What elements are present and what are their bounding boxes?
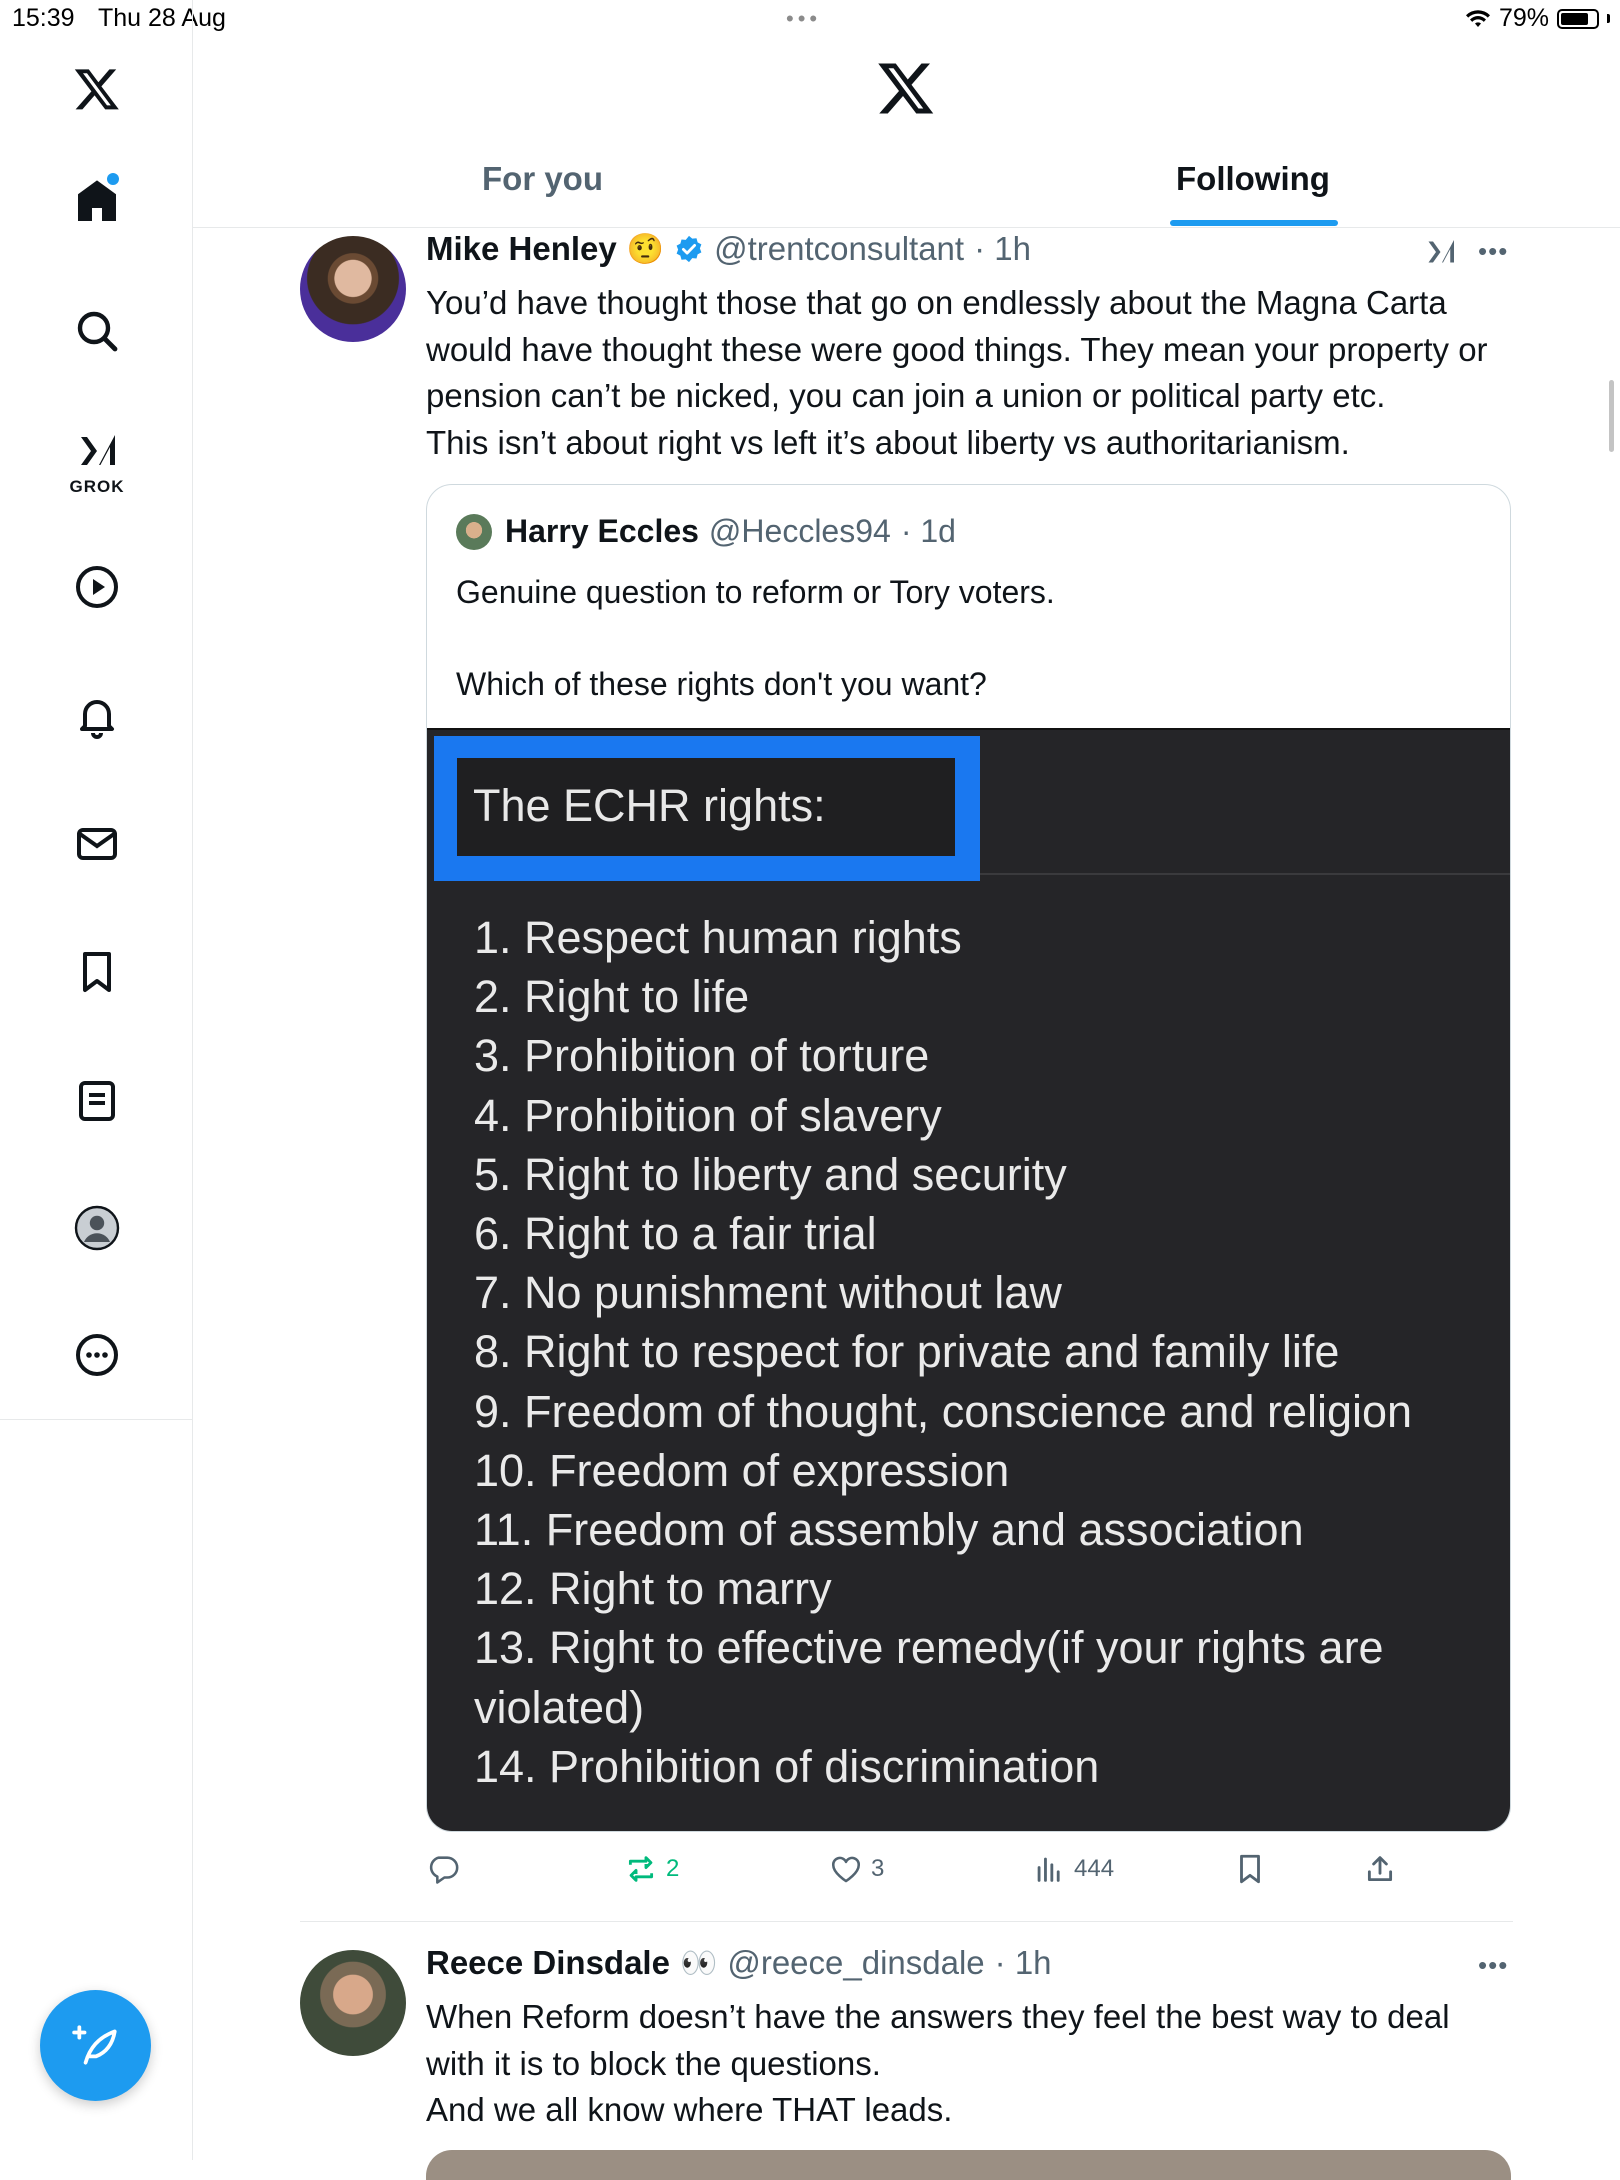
- share-icon: [1367, 1856, 1393, 1882]
- grok-label: GROK: [69, 477, 125, 496]
- views-icon: [1037, 1857, 1060, 1882]
- x-logo-header-icon: [876, 58, 936, 118]
- repost-icon: [628, 1856, 654, 1882]
- bell-icon[interactable]: [71, 690, 123, 742]
- verified-badge-icon: [676, 235, 702, 263]
- scrollbar[interactable]: [1609, 380, 1614, 452]
- more-icon[interactable]: [71, 1329, 123, 1381]
- reply-icon: [429, 1856, 459, 1884]
- tweet-media[interactable]: [426, 2150, 1511, 2180]
- rights-list-item: 10. Freedom of expression: [474, 1444, 1010, 1496]
- battery-tip: [1607, 14, 1610, 23]
- image-title-box: The ECHR rights:: [434, 736, 980, 881]
- tab-for-you[interactable]: For you: [482, 160, 603, 198]
- author-handle[interactable]: @trentconsultant: [714, 230, 964, 268]
- rights-list-item: 2. Right to life: [474, 971, 750, 1023]
- status-indicators: 79%: [1465, 4, 1610, 33]
- active-tab-indicator: [1170, 220, 1338, 226]
- home-notification-dot: [107, 173, 119, 185]
- image-title-box-inner: The ECHR rights:: [457, 758, 955, 856]
- tweet-time[interactable]: · 1h: [995, 1944, 1052, 1982]
- sidebar: GROK: [0, 0, 193, 2160]
- search-icon[interactable]: [71, 305, 123, 357]
- rights-list-item: 7. No punishment without law: [474, 1267, 1062, 1319]
- mail-icon[interactable]: [71, 818, 123, 870]
- avatar[interactable]: [300, 1950, 406, 2056]
- tweet-text: When Reform doesn’t have the answers the…: [426, 1998, 1450, 2128]
- repost-button[interactable]: 2: [624, 1852, 679, 1886]
- quoted-author-name[interactable]: Harry Eccles: [505, 513, 699, 550]
- rights-list: 1. Respect human rights 2. Right to life…: [474, 908, 1494, 1796]
- rights-list-item: 14. Prohibition of discrimination: [474, 1740, 1100, 1792]
- feather-plus-icon: [71, 2024, 117, 2065]
- quoted-avatar[interactable]: [456, 514, 492, 550]
- bookmark-icon: [1240, 1854, 1260, 1884]
- more-options-icon[interactable]: •••: [1478, 1950, 1508, 1981]
- rights-list-item: 4. Prohibition of slavery: [474, 1089, 942, 1141]
- quoted-time[interactable]: · 1d: [901, 513, 956, 550]
- rights-list-item: 1. Respect human rights: [474, 912, 962, 963]
- rights-list-item: 6. Right to a fair trial: [474, 1208, 877, 1260]
- quoted-author-handle[interactable]: @Heccles94: [709, 513, 891, 550]
- view-count: 444: [1074, 1855, 1115, 1882]
- multitasking-dots-icon[interactable]: •••: [786, 6, 821, 32]
- author-name[interactable]: Mike Henley: [426, 230, 617, 268]
- like-count: 3: [871, 1855, 885, 1882]
- rights-list-item: 12. Right to marry: [474, 1563, 832, 1615]
- sidebar-divider: [0, 1419, 192, 1420]
- rights-list-item: 3. Prohibition of torture: [474, 1030, 930, 1082]
- tab-following[interactable]: Following: [1176, 160, 1330, 198]
- rights-list-item: 5. Right to liberty and security: [474, 1148, 1067, 1200]
- grok-explain-icon[interactable]: [1424, 234, 1460, 270]
- tweet-divider: [300, 1921, 1513, 1922]
- more-options-icon[interactable]: •••: [1478, 236, 1508, 267]
- views-button[interactable]: 444: [1032, 1852, 1114, 1886]
- header-divider: [193, 227, 1620, 228]
- list-icon[interactable]: [71, 1075, 123, 1127]
- bookmark-icon[interactable]: [71, 946, 123, 998]
- author-name[interactable]: Reece Dinsdale: [426, 1944, 670, 1982]
- bookmark-button[interactable]: [1233, 1852, 1267, 1886]
- tweet-text: You’d have thought those that go on endl…: [426, 284, 1488, 461]
- tweet-actions: 2 3 444: [426, 1852, 1516, 1900]
- compose-button[interactable]: [40, 1990, 151, 2101]
- x-logo-icon[interactable]: [71, 63, 123, 115]
- rights-list-item: 13. Right to effective remedy(if your ri…: [474, 1622, 1384, 1733]
- author-emoji: 👀: [679, 1946, 718, 1980]
- quoted-header: Harry Eccles @Heccles94 · 1d: [505, 513, 956, 550]
- play-icon[interactable]: [71, 561, 123, 613]
- battery-icon: [1557, 8, 1599, 29]
- share-button[interactable]: [1363, 1852, 1397, 1886]
- quoted-image[interactable]: The ECHR rights: 1. Respect human rights…: [427, 728, 1510, 1831]
- rights-list-item: 8. Right to respect for private and fami…: [474, 1326, 1340, 1378]
- image-title: The ECHR rights:: [473, 780, 826, 831]
- quoted-text: Genuine question to reform or Tory voter…: [456, 574, 1055, 702]
- tweet-header: Reece Dinsdale 👀 @reece_dinsdale · 1h: [426, 1944, 1052, 1982]
- profile-icon[interactable]: [71, 1202, 123, 1254]
- repost-count: 2: [666, 1855, 680, 1882]
- wifi-icon: [1465, 9, 1490, 27]
- battery-percent: 79%: [1498, 4, 1549, 32]
- tweet-time[interactable]: · 1h: [974, 230, 1031, 268]
- grok-icon[interactable]: [71, 425, 123, 477]
- author-handle[interactable]: @reece_dinsdale: [727, 1944, 984, 1982]
- author-emoji: 🤨: [626, 232, 665, 266]
- tweet-header: Mike Henley 🤨 @trentconsultant · 1h: [426, 230, 1031, 268]
- quoted-tweet[interactable]: Harry Eccles @Heccles94 · 1d Genuine que…: [426, 484, 1511, 1832]
- like-button[interactable]: 3: [829, 1852, 884, 1886]
- rights-list-item: 9. Freedom of thought, conscience and re…: [474, 1385, 1413, 1437]
- heart-icon: [831, 1856, 861, 1883]
- avatar[interactable]: [300, 236, 406, 342]
- rights-list-item: 11. Freedom of assembly and association: [474, 1504, 1304, 1556]
- reply-button[interactable]: [426, 1852, 460, 1886]
- image-divider: [980, 873, 1510, 875]
